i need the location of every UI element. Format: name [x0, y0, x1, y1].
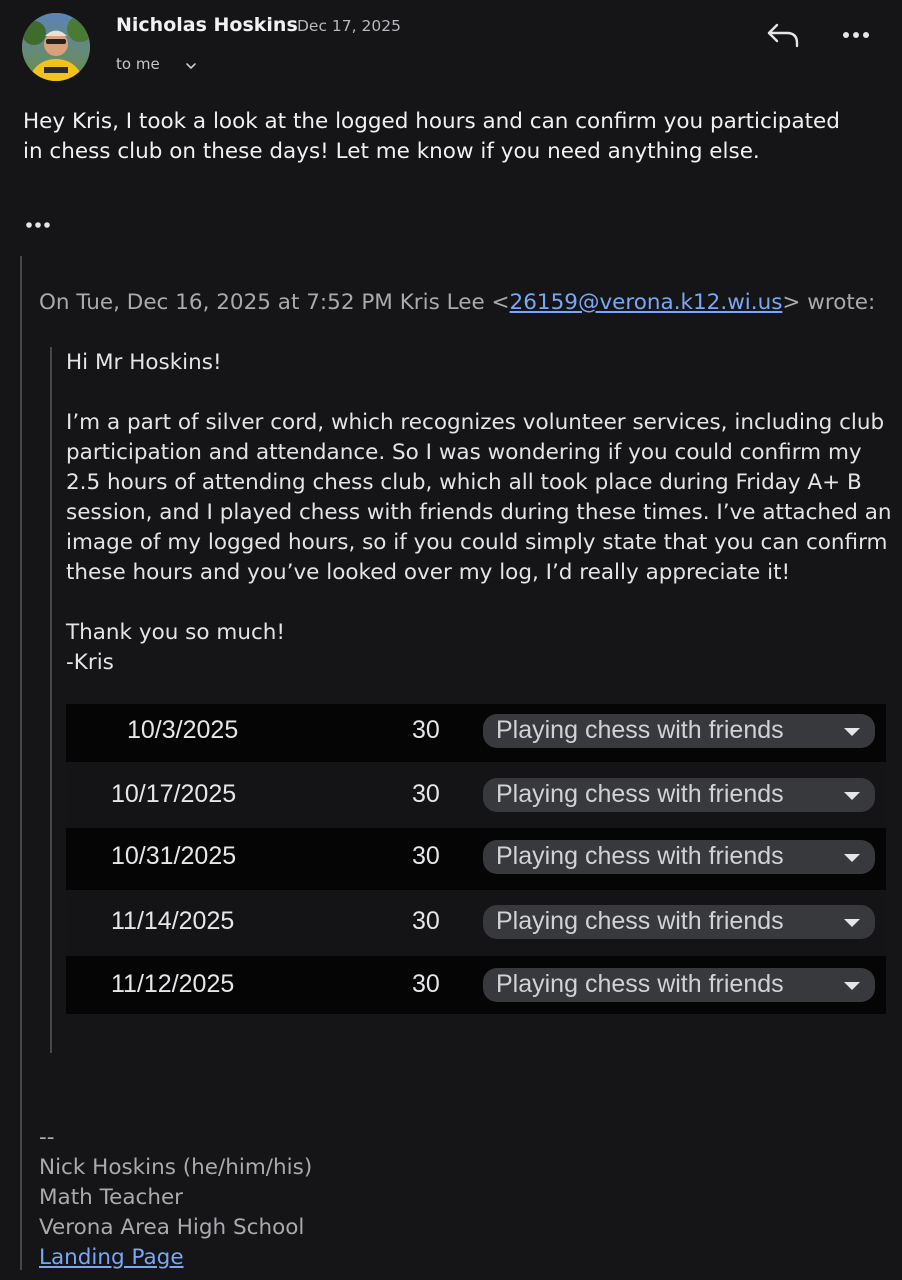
log-row: 11/14/2025 30 Playing chess with friends: [66, 890, 886, 956]
dropdown-caret-icon: [844, 982, 860, 990]
activity-dropdown[interactable]: Playing chess with friends: [483, 840, 875, 874]
sender-avatar[interactable]: [22, 13, 90, 81]
quoted-paragraph: I’m a part of silver cord, which recogni…: [66, 410, 892, 585]
signature-school: Verona Area High School: [39, 1215, 305, 1240]
ellipsis-icon: [26, 222, 50, 228]
reply-button[interactable]: [765, 19, 803, 51]
sender-name[interactable]: Nicholas Hoskins: [116, 14, 298, 36]
quote-border: [20, 256, 22, 1270]
activity-dropdown[interactable]: Playing chess with friends: [483, 968, 875, 1002]
reply-icon: [767, 23, 799, 48]
quoted-thanks: Thank you so much!: [66, 620, 286, 645]
activity-label: Playing chess with friends: [496, 780, 784, 808]
email-signature: -- Nick Hoskins (he/him/his) Math Teache…: [39, 1123, 639, 1273]
log-minutes: 30: [412, 716, 440, 744]
logged-hours-image: 10/3/2025 30 Playing chess with friends …: [66, 704, 886, 1014]
dropdown-caret-icon: [844, 728, 860, 736]
attribution-prefix: On Tue, Dec 16, 2025 at 7:52 PM Kris Lee…: [39, 290, 510, 315]
log-row: 11/12/2025 30 Playing chess with friends: [66, 956, 886, 1014]
signature-title: Math Teacher: [39, 1185, 184, 1210]
message-body: Hey Kris, I took a look at the logged ho…: [23, 109, 840, 164]
signature-separator: --: [39, 1125, 55, 1150]
log-minutes: 30: [412, 780, 440, 808]
activity-label: Playing chess with friends: [496, 970, 784, 998]
email-date: Dec 17, 2025: [297, 17, 401, 35]
activity-label: Playing chess with friends: [496, 716, 784, 744]
quote-attribution: On Tue, Dec 16, 2025 at 7:52 PM Kris Lee…: [39, 288, 879, 318]
log-row: 10/17/2025 30 Playing chess with friends: [66, 762, 886, 828]
quoted-message: Hi Mr Hoskins! I’m a part of silver cord…: [66, 348, 896, 678]
dropdown-caret-icon: [844, 792, 860, 800]
log-minutes: 30: [412, 907, 440, 935]
log-date: 10/3/2025: [127, 716, 239, 744]
log-date: 11/12/2025: [111, 970, 235, 998]
activity-dropdown[interactable]: Playing chess with friends: [483, 905, 875, 939]
attribution-suffix: > wrote:: [782, 290, 876, 315]
log-minutes: 30: [412, 842, 440, 870]
landing-page-link[interactable]: Landing Page: [39, 1245, 184, 1270]
quoted-sign-off: -Kris: [66, 650, 114, 675]
signature-name: Nick Hoskins (he/him/his): [39, 1155, 313, 1180]
log-date: 10/17/2025: [111, 780, 237, 808]
more-options-button[interactable]: [838, 20, 874, 50]
activity-label: Playing chess with friends: [496, 907, 784, 935]
log-date: 11/14/2025: [111, 907, 235, 935]
dropdown-caret-icon: [844, 919, 860, 927]
log-minutes: 30: [412, 970, 440, 998]
more-options-icon: [843, 32, 869, 38]
email-header: Nicholas Hoskins Dec 17, 2025 to me: [0, 0, 902, 100]
log-row: 10/31/2025 30 Playing chess with friends: [66, 828, 886, 890]
log-date: 10/31/2025: [111, 842, 237, 870]
nested-quote-border: [50, 347, 52, 1053]
recipient-label[interactable]: to me: [116, 55, 160, 73]
quoted-greeting: Hi Mr Hoskins!: [66, 350, 222, 375]
activity-dropdown[interactable]: Playing chess with friends: [483, 778, 875, 812]
show-trimmed-content-button[interactable]: [22, 213, 58, 237]
chevron-down-icon[interactable]: [184, 58, 198, 72]
activity-dropdown[interactable]: Playing chess with friends: [483, 714, 875, 748]
sender-email-link[interactable]: 26159@verona.k12.wi.us: [510, 290, 783, 315]
log-row: 10/3/2025 30 Playing chess with friends: [66, 704, 886, 762]
activity-label: Playing chess with friends: [496, 842, 784, 870]
dropdown-caret-icon: [844, 854, 860, 862]
